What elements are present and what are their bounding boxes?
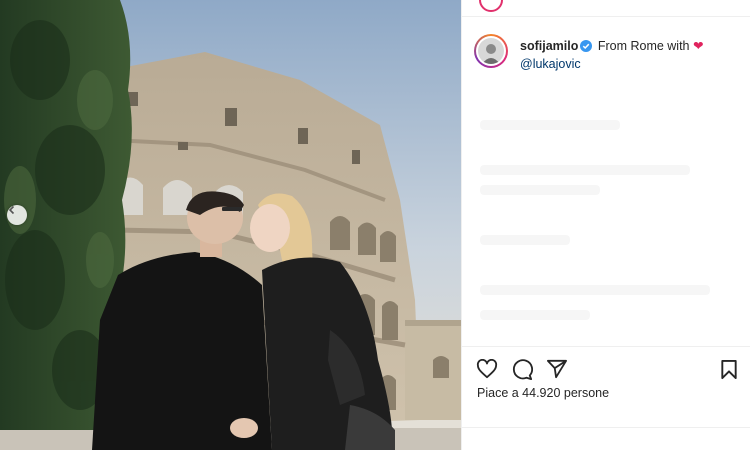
- faded-comment: [480, 310, 590, 320]
- verified-badge-icon: [580, 40, 593, 56]
- profile-photo: [482, 44, 500, 64]
- heart-outline-icon: [476, 358, 498, 379]
- faded-comment: [480, 120, 620, 130]
- heart-emoji-icon: ❤: [693, 39, 704, 53]
- bookmark-icon: [721, 359, 737, 380]
- post-side-panel: sofijamilo From Rome with ❤ @lukajovic P…: [461, 0, 750, 450]
- share-button[interactable]: [546, 359, 568, 384]
- header-strip: [462, 0, 750, 17]
- action-bar: Piace a 44.920 persone: [462, 346, 750, 427]
- faded-comment: [480, 235, 570, 245]
- likes-count[interactable]: Piace a 44.920 persone: [477, 386, 609, 400]
- caption-text: From Rome with: [597, 39, 690, 53]
- paper-plane-icon: [547, 359, 567, 379]
- header-avatar[interactable]: [479, 0, 503, 12]
- faded-comment: [480, 285, 710, 295]
- chevron-left-icon: [8, 205, 15, 215]
- avatar[interactable]: [474, 34, 508, 68]
- post-photo: [0, 0, 461, 450]
- avatar-image: [478, 38, 504, 64]
- caption-row: sofijamilo From Rome with ❤ @lukajovic: [474, 34, 739, 72]
- username-link[interactable]: sofijamilo: [520, 39, 578, 53]
- caption: sofijamilo From Rome with ❤ @lukajovic: [520, 38, 703, 72]
- comment-input-area[interactable]: [462, 427, 750, 451]
- mention-link[interactable]: @lukajovic: [520, 57, 581, 71]
- like-button[interactable]: [476, 358, 498, 384]
- carousel-prev-button[interactable]: [7, 205, 27, 225]
- comment-button[interactable]: [511, 359, 534, 385]
- save-button[interactable]: [720, 359, 738, 385]
- colosseum-couple-photo: [0, 0, 461, 450]
- faded-comment: [480, 165, 690, 175]
- faded-comment: [480, 185, 600, 195]
- speech-bubble-icon: [512, 359, 534, 380]
